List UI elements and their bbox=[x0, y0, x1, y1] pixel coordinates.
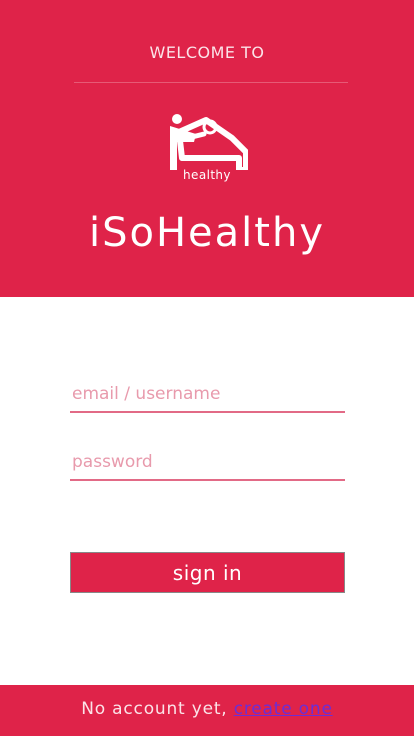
sign-in-button[interactable]: sign in bbox=[70, 552, 345, 593]
password-input[interactable] bbox=[70, 445, 345, 481]
no-account-text: No account yet, bbox=[81, 699, 234, 719]
app-logo: healthy bbox=[166, 112, 249, 184]
header-divider bbox=[74, 82, 348, 83]
create-account-link[interactable]: create one bbox=[234, 699, 333, 719]
email-username-input[interactable] bbox=[70, 377, 345, 413]
patient-bed-icon bbox=[170, 114, 249, 173]
footer-bar: No account yet, create one bbox=[0, 685, 414, 736]
welcome-text: WELCOME TO bbox=[149, 43, 265, 62]
logo-caption: healthy bbox=[183, 168, 231, 182]
app-title: iSoHealthy bbox=[89, 210, 325, 256]
header-banner: WELCOME TO healthy iSoHealthy bbox=[0, 0, 414, 297]
login-screen: WELCOME TO healthy iSoHealthy sign in No… bbox=[0, 0, 414, 736]
